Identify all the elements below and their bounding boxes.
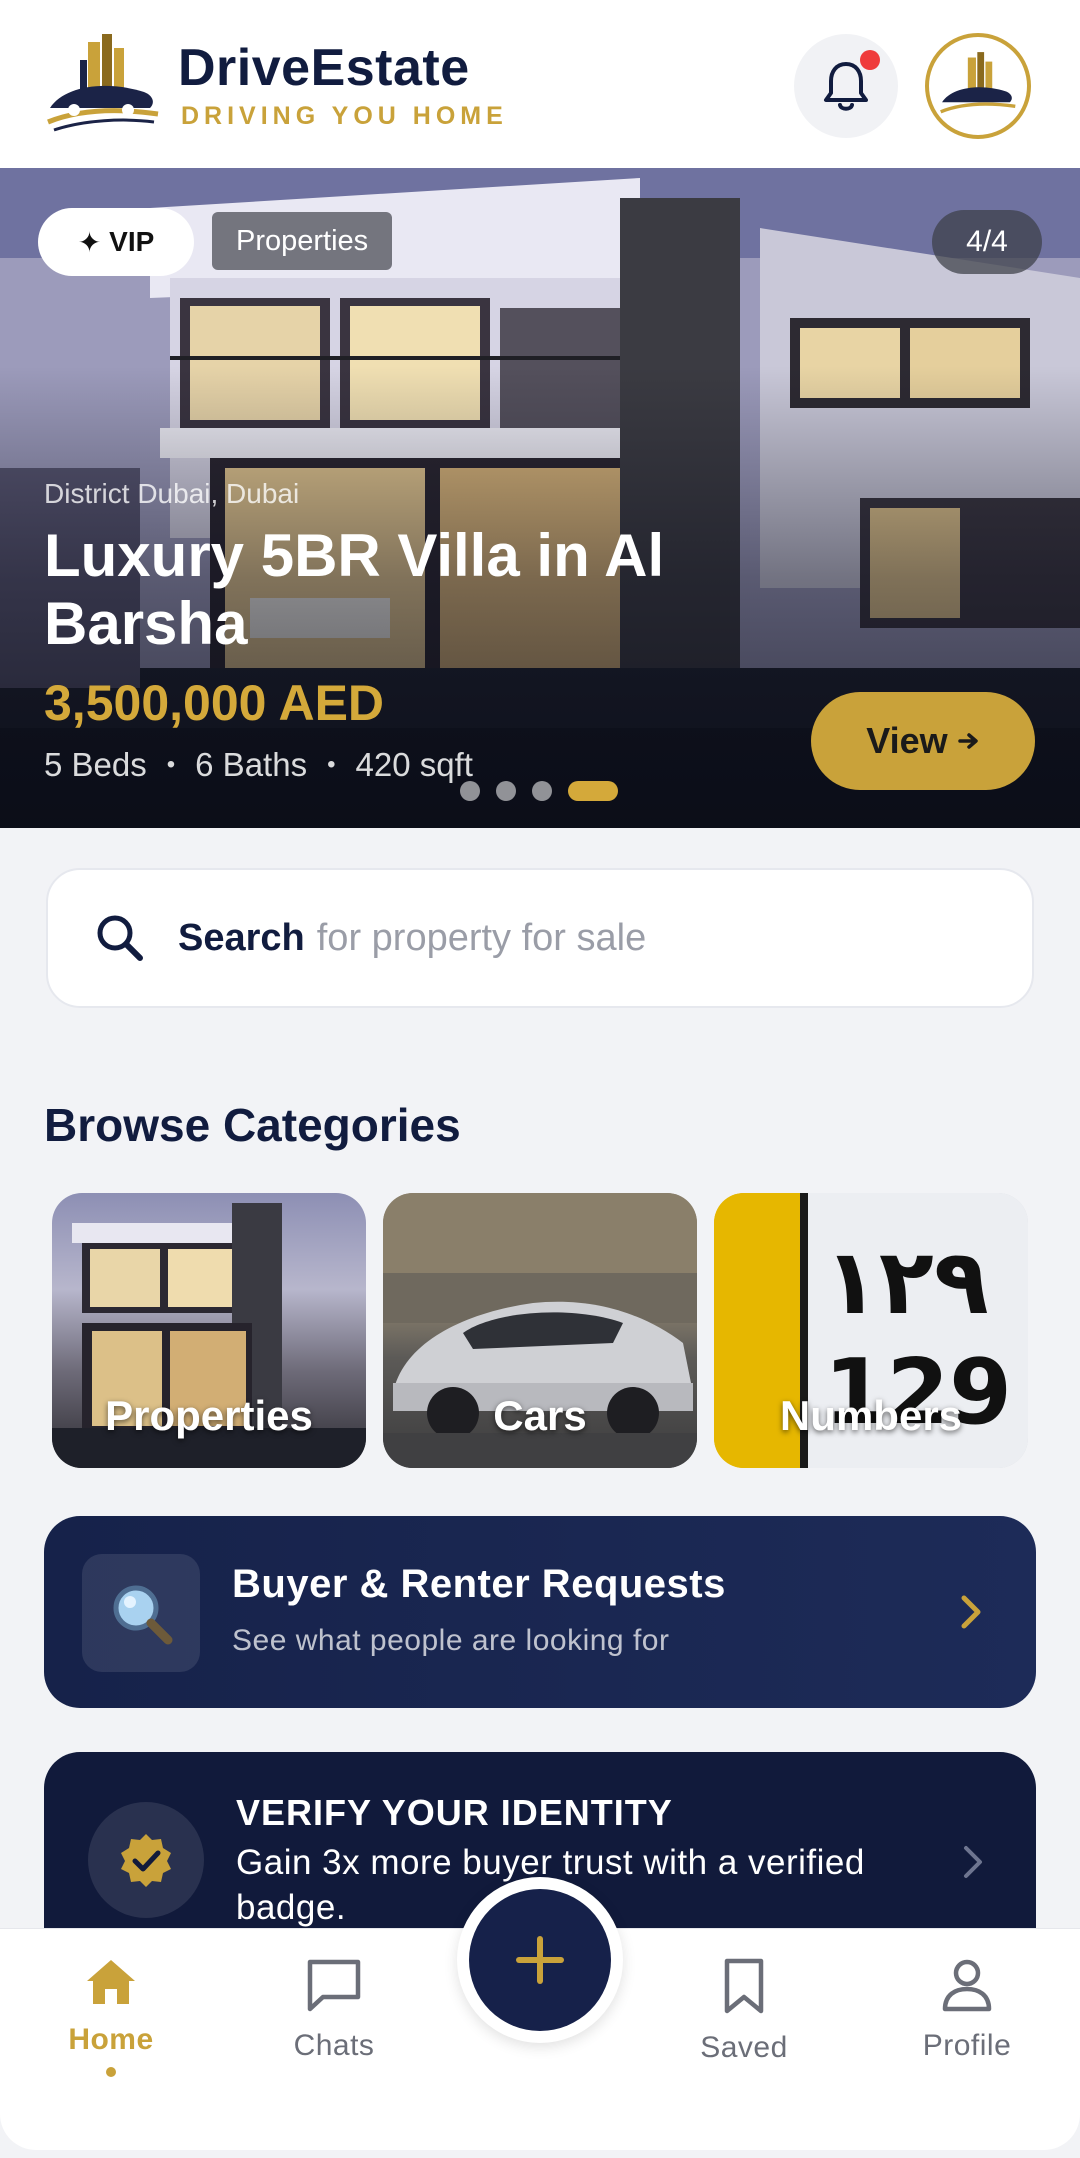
brand-tagline: DRIVING YOU HOME	[181, 102, 508, 130]
svg-text:١٢٩: ١٢٩	[824, 1230, 989, 1335]
verify-title: VERIFY YOUR IDENTITY	[236, 1792, 673, 1833]
category-label: Cars	[493, 1392, 587, 1439]
listing-specs: 5 Beds • 6 Baths • 420 sqft	[44, 746, 473, 783]
user-icon	[942, 1959, 992, 2012]
requests-subtitle: See what people are looking for	[232, 1624, 670, 1657]
bookmark-icon	[724, 1958, 764, 2014]
avatar-logo-icon	[940, 52, 1016, 114]
nav-label: Home	[68, 2023, 154, 2056]
nav-profile[interactable]: Profile	[877, 1957, 1057, 2063]
arrow-right-icon	[957, 733, 978, 749]
category-card-cars[interactable]: Cars	[383, 1193, 697, 1468]
category-card-numbers[interactable]: ١٢٩ 129 Numbers	[714, 1193, 1028, 1468]
notifications-button[interactable]	[794, 34, 898, 138]
section-title-categories: Browse Categories	[44, 1099, 461, 1151]
search-icon	[97, 915, 143, 961]
view-button-label: View	[866, 720, 948, 761]
avatar[interactable]	[925, 33, 1031, 139]
carousel-indicator[interactable]	[460, 781, 618, 801]
fab-inner	[469, 1889, 611, 2031]
nav-label: Saved	[700, 2031, 788, 2064]
featured-listing-carousel[interactable]: ✦ VIP Properties 4/4 District Dubai, Dub…	[0, 168, 1080, 828]
listing-price: 3,500,000 AED	[44, 675, 385, 731]
listing-title[interactable]: Luxury 5BR Villa in Al Barsha	[44, 522, 804, 658]
search-placeholder: for property for sale	[316, 916, 647, 959]
brand-logo-icon[interactable]	[44, 30, 162, 138]
nav-home[interactable]: Home	[21, 1957, 201, 2077]
category-label: Properties	[105, 1392, 313, 1439]
chat-icon	[307, 1959, 361, 2012]
view-listing-button[interactable]: View	[811, 692, 1035, 790]
brand-name: DriveEstate	[178, 39, 470, 97]
sparkle-icon: ✦	[77, 226, 102, 258]
nav-label: Chats	[293, 2029, 375, 2062]
verified-badge-icon	[88, 1802, 204, 1918]
plus-icon	[516, 1936, 564, 1984]
carousel-dot[interactable]	[496, 781, 516, 801]
buyer-requests-banner[interactable]: Buyer & Renter Requests See what people …	[44, 1516, 1036, 1708]
search-bar[interactable]: Search for property for sale	[46, 868, 1034, 1008]
category-card-properties[interactable]: Properties	[52, 1193, 366, 1468]
magnifier-icon	[82, 1554, 200, 1672]
vip-label: VIP	[109, 226, 155, 257]
category-badge: Properties	[212, 212, 393, 270]
spec-baths: 6 Baths	[195, 746, 308, 783]
spec-area: 420 sqft	[355, 746, 473, 783]
home-icon	[87, 1960, 135, 2004]
create-listing-button[interactable]	[457, 1877, 623, 2043]
carousel-dot-active[interactable]	[568, 781, 618, 801]
requests-title: Buyer & Renter Requests	[232, 1562, 726, 1606]
listing-location: District Dubai, Dubai	[44, 478, 300, 509]
nav-label: Profile	[922, 2029, 1012, 2062]
nav-chats[interactable]: Chats	[244, 1957, 424, 2063]
chevron-right-icon	[964, 1846, 982, 1878]
category-label: Numbers	[779, 1392, 963, 1439]
nav-saved[interactable]: Saved	[654, 1957, 834, 2065]
slide-counter: 4/4	[932, 210, 1042, 274]
carousel-dot[interactable]	[460, 781, 480, 801]
chevron-right-icon	[961, 1595, 981, 1629]
carousel-dot[interactable]	[532, 781, 552, 801]
notification-dot	[860, 50, 880, 70]
active-indicator	[106, 2067, 116, 2077]
vip-badge: ✦ VIP	[38, 208, 194, 276]
search-label: Search	[178, 916, 305, 959]
spec-beds: 5 Beds	[44, 746, 147, 783]
app-header: DriveEstate DRIVING YOU HOME	[0, 0, 1080, 168]
